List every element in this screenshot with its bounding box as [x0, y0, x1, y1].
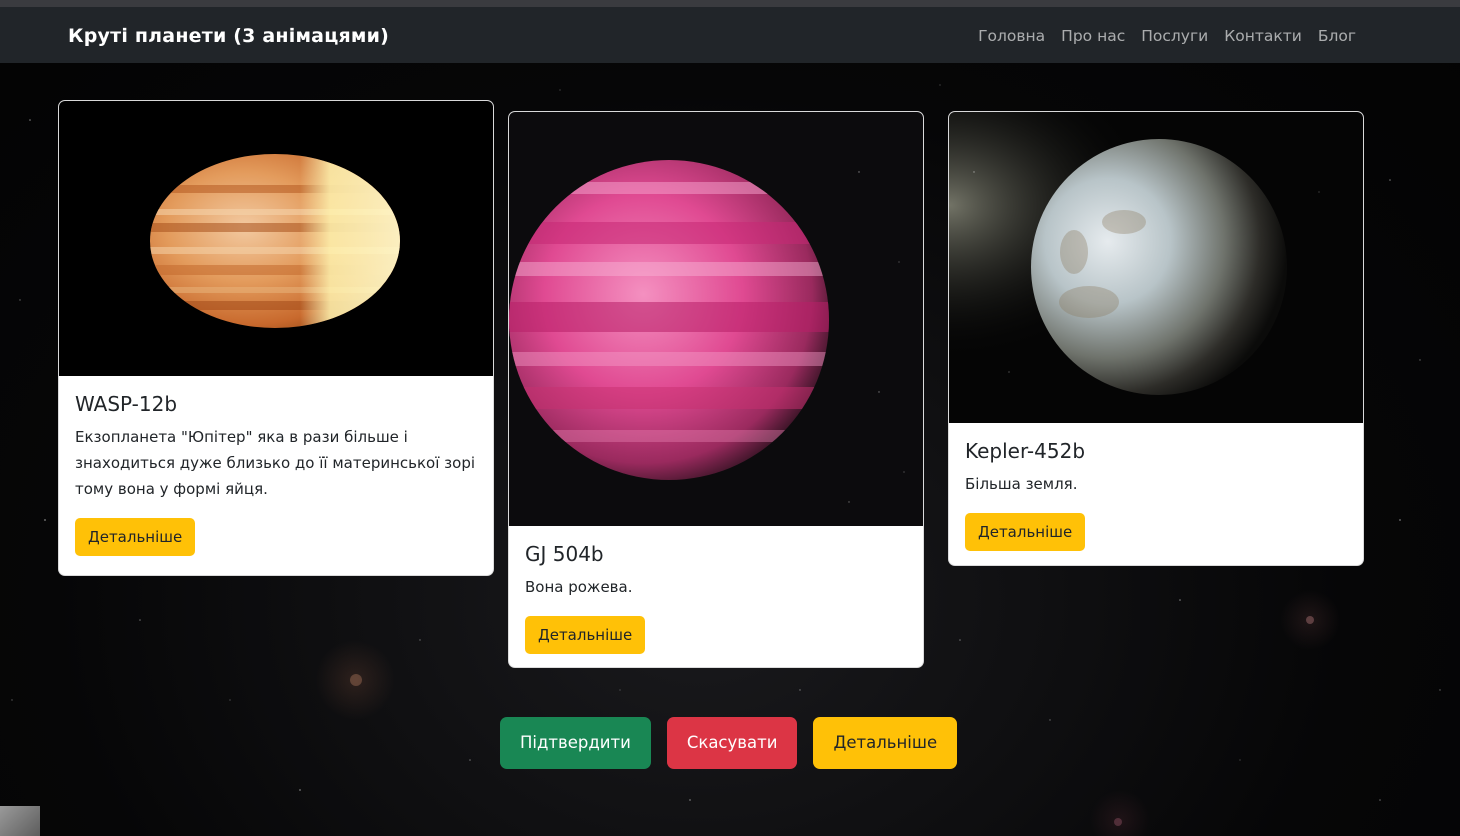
action-buttons: Підтвердити Скасувати Детальніше	[500, 717, 958, 769]
card-body: WASP-12b Екзопланета "Юпітер" яка в рази…	[59, 376, 493, 556]
pink-gas-planet-image	[509, 112, 923, 526]
card-title: Kepler-452b	[965, 439, 1086, 463]
nav-link-services[interactable]: Послуги	[1141, 27, 1208, 45]
card-body: Kepler-452b Більша земля. Детальніше	[949, 423, 1363, 551]
card-text: Екзопланета "Юпітер" яка в рази більше і…	[75, 428, 476, 498]
navbar: Круті планети (3 анімацями) Головна Про …	[0, 7, 1460, 63]
card-body: GJ 504b Вона рожева. Детальніше	[509, 526, 923, 654]
confirm-button[interactable]: Підтвердити	[500, 717, 651, 769]
cancel-button[interactable]: Скасувати	[666, 717, 798, 769]
nav-links: Головна Про нас Послуги Контакти Блог	[978, 27, 1356, 45]
details-button-kepler-452b[interactable]: Детальніше	[965, 513, 1086, 551]
nav-link-about[interactable]: Про нас	[1061, 27, 1125, 45]
nav-link-contacts[interactable]: Контакти	[1224, 27, 1302, 45]
card-title: GJ 504b	[525, 542, 604, 566]
card-text: Більша земля.	[965, 475, 1078, 493]
corner-thumbnail	[0, 806, 40, 836]
browser-top-border	[0, 0, 1460, 7]
egg-shaped-orange-planet-image	[59, 101, 493, 376]
nav-link-home[interactable]: Головна	[978, 27, 1045, 45]
planet-card-gj-504b: GJ 504b Вона рожева. Детальніше	[509, 112, 923, 667]
navbar-brand[interactable]: Круті планети (3 анімацями)	[68, 25, 389, 47]
planet-card-kepler-452b: Kepler-452b Більша земля. Детальніше	[949, 112, 1363, 565]
details-button[interactable]: Детальніше	[813, 717, 958, 769]
card-title: WASP-12b	[75, 392, 178, 416]
card-text: Вона рожева.	[525, 578, 633, 596]
details-button-wasp-12b[interactable]: Детальніше	[75, 518, 196, 556]
planet-card-wasp-12b: WASP-12b Екзопланета "Юпітер" яка в рази…	[59, 101, 493, 575]
earth-like-planet-image	[949, 112, 1363, 423]
nav-link-blog[interactable]: Блог	[1318, 27, 1356, 45]
details-button-gj-504b[interactable]: Детальніше	[525, 616, 646, 654]
